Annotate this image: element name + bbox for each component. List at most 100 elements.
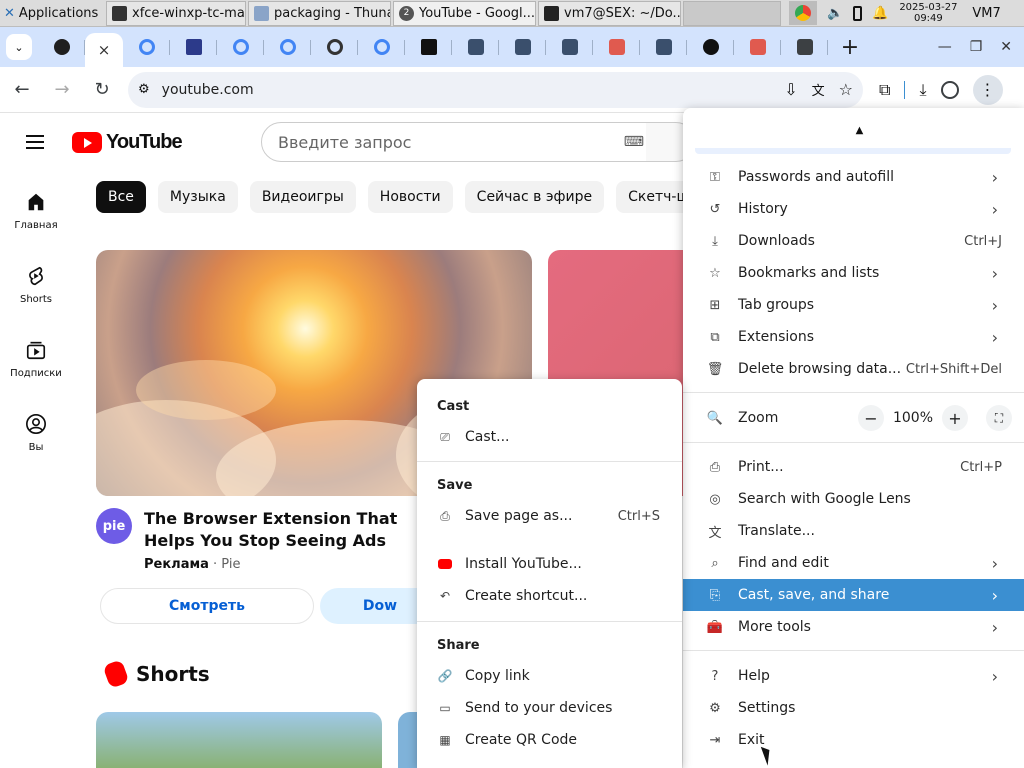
chevron-right-icon: › (991, 295, 998, 315)
watch-button[interactable]: Смотреть (100, 588, 314, 624)
minimize-icon[interactable]: — (938, 39, 952, 55)
tab-tools[interactable] (687, 31, 734, 63)
sidebar-item-home[interactable]: Главная (0, 180, 72, 254)
restore-icon[interactable]: ❐ (970, 39, 983, 55)
submenu-item-qr-code[interactable]: ▦ Create QR Code (417, 724, 682, 756)
taskbar-task-chrome[interactable]: 2 YouTube - Googl... (393, 0, 536, 26)
tab-extensions[interactable] (781, 31, 828, 63)
menu-item-extensions[interactable]: ⧉ Extensions › (683, 321, 1024, 353)
submenu-item-install-youtube[interactable]: Install YouTube... (417, 548, 682, 580)
submenu-item-save-page[interactable]: ⎙ Save page as... Ctrl+S (417, 500, 682, 532)
menu-item-cast-save-share[interactable]: ⎘ Cast, save, and share › (683, 579, 1024, 611)
youtube-search-input[interactable]: Введите запрос ⌨ (261, 122, 661, 162)
submenu-item-cast[interactable]: ⎚ Cast... (417, 421, 682, 453)
zoom-in-button[interactable]: + (942, 405, 968, 431)
taskbar-task-label: xfce-winxp-tc-ma... (132, 5, 246, 21)
url-text[interactable]: youtube.com (162, 82, 773, 98)
menu-item-downloads[interactable]: ⤓ Downloads Ctrl+J (683, 225, 1024, 257)
sidebar-item-subscriptions[interactable]: Подписки (0, 328, 72, 402)
chip-videogames[interactable]: Видеоигры (249, 181, 356, 213)
chip-live[interactable]: Сейчас в эфире (464, 181, 605, 213)
submenu-item-send-devices[interactable]: ▭ Send to your devices (417, 692, 682, 724)
menu-item-more-tools[interactable]: 🧰 More tools › (683, 611, 1024, 643)
close-tab-icon[interactable]: × (98, 41, 111, 59)
profile-icon[interactable] (940, 80, 959, 99)
tab-openai[interactable] (311, 31, 358, 63)
new-tab-button[interactable]: + (834, 31, 866, 63)
sidebar-label: Главная (14, 220, 58, 231)
menu-item-print[interactable]: ⎙ Print... Ctrl+P (683, 451, 1024, 483)
tab-terminal[interactable] (405, 31, 452, 63)
translate-icon[interactable]: 文 (812, 80, 825, 99)
sidebar-item-you[interactable]: Вы (0, 402, 72, 476)
taskbar-task-terminal-2[interactable]: vm7@SEX: ~/Do... (538, 0, 681, 26)
chrome-menu-button[interactable]: ⋮ (972, 74, 1003, 105)
fullscreen-icon[interactable]: ⛶ (986, 405, 1012, 431)
menu-item-delete-data[interactable]: 🗑 Delete browsing data... Ctrl+Shift+Del (683, 353, 1024, 385)
battery-icon[interactable] (853, 5, 863, 21)
volume-icon[interactable]: 🔈 (827, 6, 843, 21)
submenu-item-copy-link[interactable]: 🔗 Copy link (417, 660, 682, 692)
menu-item-google-lens[interactable]: ◎ Search with Google Lens (683, 483, 1024, 515)
tab-github[interactable] (38, 31, 85, 63)
youtube-logo[interactable]: YouTube (72, 131, 183, 154)
chip-news[interactable]: Новости (367, 181, 453, 213)
downloads-icon[interactable]: ⤓ (919, 80, 926, 100)
menu-item-bookmarks[interactable]: ☆ Bookmarks and lists › (683, 257, 1024, 289)
hamburger-menu-icon[interactable] (26, 122, 66, 162)
menu-item-tab-groups[interactable]: ⊞ Tab groups › (683, 289, 1024, 321)
applications-menu-button[interactable]: ✕ Applications (0, 0, 106, 27)
sidebar-label: Подписки (10, 368, 62, 379)
taskbar-task-terminal-1[interactable]: xfce-winxp-tc-ma... (106, 0, 246, 26)
tab-chart[interactable] (593, 31, 640, 63)
menu-item-find-edit[interactable]: ⌕ Find and edit › (683, 547, 1024, 579)
tab-youtube-active[interactable]: × (85, 33, 123, 67)
shorts-thumbnail[interactable] (96, 712, 382, 768)
tab-app-3[interactable] (546, 31, 593, 63)
keyboard-icon[interactable]: ⌨ (624, 134, 644, 150)
tab-chart-2[interactable] (734, 31, 781, 63)
window-count-badge: 2 (403, 8, 410, 18)
submenu-item-create-shortcut[interactable]: ↶ Create shortcut... (417, 580, 682, 612)
tab-google-4[interactable] (358, 31, 405, 63)
address-bar[interactable]: ⚙ youtube.com ⇩ 文 ☆ (128, 71, 863, 108)
reload-icon: ↻ (94, 79, 110, 100)
menu-item-exit[interactable]: ⇥ Exit (683, 724, 1024, 756)
sidebar-item-shorts[interactable]: Shorts (0, 254, 72, 328)
menu-item-translate[interactable]: 文 Translate... (683, 515, 1024, 547)
tab-app-2[interactable] (499, 31, 546, 63)
chip-music[interactable]: Музыка (157, 181, 238, 213)
tab-google-2[interactable] (217, 31, 264, 63)
taskbar-task-thunar[interactable]: packaging - Thunar (248, 0, 391, 26)
devices-icon: ▭ (439, 701, 451, 715)
tab-app-4[interactable] (640, 31, 687, 63)
channel-avatar[interactable]: pie (96, 508, 132, 544)
channel-name[interactable]: Pie (221, 557, 240, 572)
chrome-icon: 2 (399, 5, 414, 21)
reload-button[interactable]: ↻ (84, 72, 120, 108)
menu-item-history[interactable]: ↺ History › (683, 193, 1024, 225)
tab-google-1[interactable] (123, 31, 170, 63)
menu-item-passwords[interactable]: ⚿ Passwords and autofill › (683, 161, 1024, 193)
tab-image[interactable] (170, 31, 217, 63)
menu-item-help[interactable]: ? Help › (683, 660, 1024, 692)
menu-item-settings[interactable]: ⚙ Settings (683, 692, 1024, 724)
chrome-tray-icon[interactable] (789, 1, 817, 25)
forward-button[interactable]: → (44, 72, 80, 108)
clock[interactable]: 2025-03-27 09:49 (898, 2, 958, 24)
tab-app-1[interactable] (452, 31, 499, 63)
tab-search-button[interactable]: ⌄ (6, 34, 32, 60)
notification-bell-icon[interactable]: 🔔 (872, 6, 888, 21)
back-button[interactable]: ← (4, 72, 40, 108)
site-info-icon[interactable]: ⚙ (138, 82, 150, 97)
menu-scroll-up-icon[interactable]: ▲ (683, 108, 1024, 152)
bookmark-star-icon[interactable]: ☆ (839, 80, 853, 99)
zoom-out-button[interactable]: − (858, 405, 884, 431)
tab-google-3[interactable] (264, 31, 311, 63)
video-title[interactable]: The Browser Extension That Helps You Sto… (144, 508, 434, 552)
close-window-icon[interactable]: ✕ (1000, 39, 1012, 55)
chip-all[interactable]: Все (96, 181, 146, 213)
menu-item-label: Bookmarks and lists (738, 265, 880, 281)
install-app-icon[interactable]: ⇩ (784, 80, 797, 99)
extensions-icon[interactable]: ⧉ (879, 80, 890, 100)
